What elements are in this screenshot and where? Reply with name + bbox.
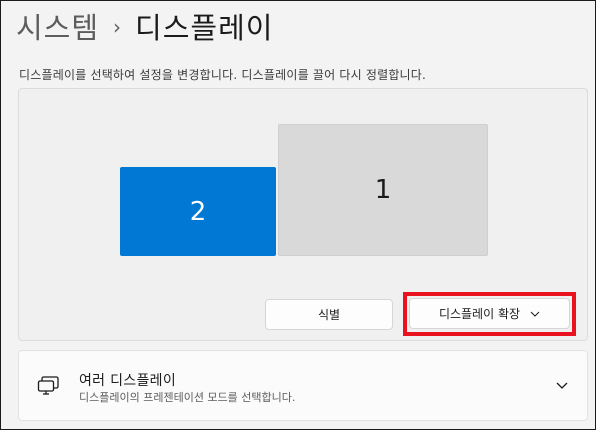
display-mode-value: 디스플레이 확장	[438, 307, 521, 321]
identify-button[interactable]: 식별	[265, 299, 393, 330]
breadcrumb-separator: ›	[113, 15, 122, 39]
breadcrumb: 시스템 › 디스플레이	[16, 6, 273, 46]
breadcrumb-system-link[interactable]: 시스템	[16, 5, 99, 47]
page-title: 디스플레이	[135, 11, 274, 45]
monitor-1[interactable]: 1	[278, 124, 488, 256]
monitor-2[interactable]: 2	[120, 167, 276, 256]
display-mode-dropdown[interactable]: 디스플레이 확장	[409, 298, 570, 329]
monitor-2-label: 2	[189, 196, 207, 227]
page-description: 디스플레이를 선택하여 설정을 변경합니다. 디스플레이를 끌어 다시 정렬합니…	[19, 68, 427, 82]
chevron-down-icon[interactable]	[555, 378, 569, 392]
monitor-1-label: 1	[374, 175, 392, 205]
multiple-displays-card[interactable]: 여러 디스플레이 디스플레이의 프레젠테이션 모드를 선택합니다.	[18, 350, 588, 421]
multiple-displays-title: 여러 디스플레이	[79, 373, 177, 389]
chevron-down-icon	[530, 311, 540, 317]
display-arrangement-panel: 2 1 식별 디스플레이 확장	[18, 88, 588, 341]
multi-display-icon	[37, 376, 59, 395]
multiple-displays-subtitle: 디스플레이의 프레젠테이션 모드를 선택합니다.	[79, 391, 296, 404]
